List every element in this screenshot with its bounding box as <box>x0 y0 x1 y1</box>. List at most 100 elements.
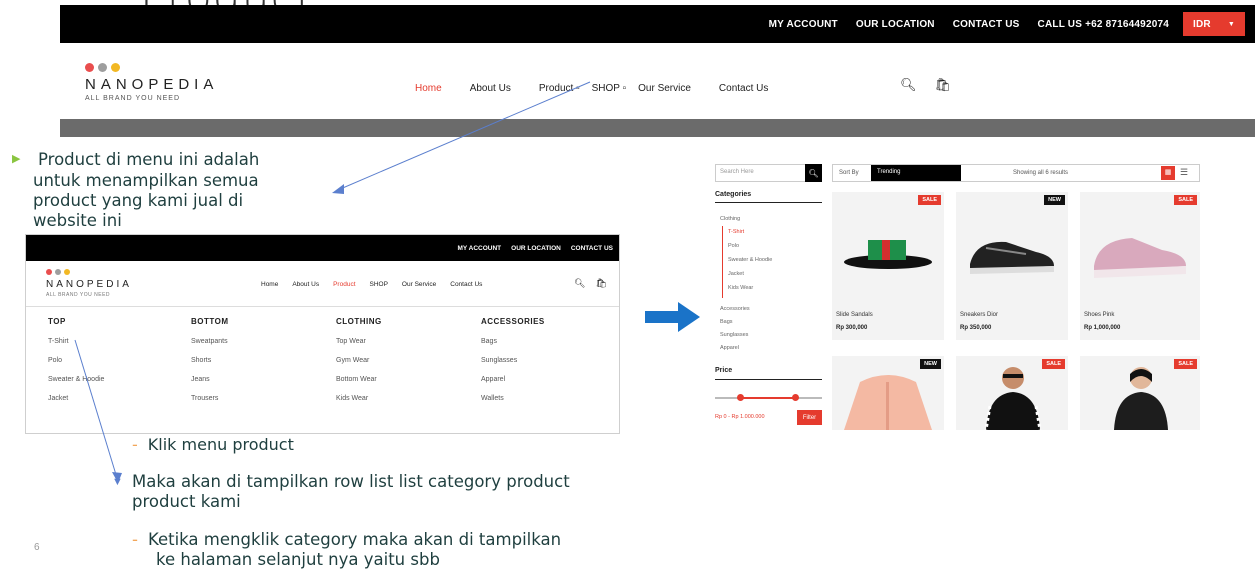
brand-tagline: ALL BRAND YOU NEED <box>46 292 111 298</box>
menu-item-shop[interactable]: SHOP ▫ <box>592 83 627 94</box>
mega-item[interactable]: Bottom Wear <box>336 376 382 383</box>
product-card[interactable]: SALE <box>1080 356 1200 430</box>
note-line: Maka akan di tampilkan row list list cat… <box>132 472 570 491</box>
note-line: Ketika mengklik category maka akan di ta… <box>147 530 562 549</box>
search-icon[interactable]: 🔍︎ <box>574 278 585 289</box>
category-item[interactable]: Kids Wear <box>728 285 753 291</box>
category-item[interactable]: Jacket <box>728 271 744 277</box>
my-account-link[interactable]: MY ACCOUNT <box>457 245 501 252</box>
mega-item[interactable]: Top Wear <box>336 338 382 345</box>
mega-item[interactable]: Bags <box>481 338 545 345</box>
mega-item[interactable]: Kids Wear <box>336 395 382 402</box>
call-us-link[interactable]: CALL US +62 87164492074 <box>1038 19 1169 30</box>
results-count: Showing all 6 results <box>1013 170 1069 176</box>
menu-item-product[interactable]: Product ▫ <box>539 83 580 94</box>
product-price: Rp 350,000 <box>960 325 992 331</box>
category-tree-line <box>722 226 723 298</box>
cart-icon[interactable]: 🛍︎ <box>595 278 606 289</box>
my-account-link[interactable]: MY ACCOUNT <box>769 19 838 30</box>
product-price: Rp 1,000,000 <box>1084 325 1121 331</box>
note-line: product kami <box>132 492 241 511</box>
mega-item[interactable]: Sunglasses <box>481 357 545 364</box>
shop-page-screenshot: Search Here 🔍︎ Categories Clothing T-Shi… <box>710 160 1200 430</box>
main-navbar: NANOPEDIA ALL BRAND YOU NEED Home About … <box>60 43 1255 119</box>
category-item[interactable]: Accessories <box>720 306 750 312</box>
dash-bullet: - <box>132 435 138 454</box>
model-hoodie-image <box>1114 367 1168 430</box>
menu-item-our-service[interactable]: Our Service <box>402 281 436 288</box>
cart-icon[interactable]: 🛍︎ <box>935 77 952 93</box>
product-card[interactable]: SALE Slide Sandals Rp 300,000 <box>832 192 944 340</box>
category-item[interactable]: Polo <box>728 243 739 249</box>
brand-logo[interactable]: NANOPEDIA <box>85 76 218 93</box>
product-name: Shoes Pink <box>1084 312 1115 318</box>
menu-item-about[interactable]: About Us <box>470 83 511 94</box>
logo-dots <box>85 63 120 72</box>
hoodie-image <box>844 375 932 430</box>
logo-dot-gray <box>55 269 61 275</box>
category-item[interactable]: Clothing <box>720 216 740 222</box>
category-item[interactable]: Sweater & Hoodie <box>728 257 772 263</box>
menu-item-shop[interactable]: SHOP <box>370 281 388 288</box>
menu-item-contact[interactable]: Contact Us <box>450 281 482 288</box>
chevron-down-icon: ▼ <box>1227 20 1235 28</box>
mega-item[interactable]: Sweater & Hoodie <box>48 376 104 383</box>
product-badge: NEW <box>1044 195 1065 205</box>
search-icon[interactable]: 🔍︎ <box>805 164 822 182</box>
price-slider-handle-max[interactable] <box>792 394 799 401</box>
note-click-category: - Ketika mengklik category maka akan di t… <box>132 530 561 570</box>
price-slider-range <box>740 397 795 399</box>
logo-dot-gray <box>98 63 107 72</box>
model-jacket-image <box>984 367 1042 430</box>
product-card[interactable]: SALE Shoes Pink Rp 1,000,000 <box>1080 192 1200 340</box>
grid-view-icon[interactable]: ▦ <box>1161 166 1175 180</box>
menu-item-contact[interactable]: Contact Us <box>719 83 768 94</box>
list-view-icon[interactable]: ☰ <box>1180 167 1188 178</box>
mega-item[interactable]: Wallets <box>481 395 545 402</box>
our-location-link[interactable]: OUR LOCATION <box>856 19 935 30</box>
pink-shoe-image <box>1094 238 1186 278</box>
product-badge: SALE <box>1174 359 1197 369</box>
mega-item[interactable]: Jeans <box>191 376 229 383</box>
note-line: website ini <box>33 211 122 230</box>
menu-item-our-service[interactable]: Our Service <box>638 83 691 94</box>
brand-logo[interactable]: NANOPEDIA <box>46 279 132 290</box>
arrow-head-product <box>332 184 344 194</box>
note-product-menu: Product di menu ini adalah <box>38 150 259 170</box>
product-card[interactable]: NEW <box>832 356 944 430</box>
search-icon[interactable]: 🔍︎ <box>900 77 917 93</box>
filter-button[interactable]: Filter <box>797 410 822 425</box>
logo-dots <box>46 269 70 275</box>
our-location-link[interactable]: OUR LOCATION <box>511 245 561 252</box>
menu-item-about[interactable]: About Us <box>292 281 319 288</box>
mega-item[interactable]: T-Shirt <box>48 338 104 345</box>
price-range-label: Rp 0 - Rp 1.000.000 <box>715 414 765 420</box>
menu-item-home[interactable]: Home <box>261 281 278 288</box>
menu-item-home[interactable]: Home <box>415 83 442 94</box>
mega-item[interactable]: Gym Wear <box>336 357 382 364</box>
note-line: ke halaman selanjut nya yaitu sbb <box>156 550 440 569</box>
mega-col-title: TOP <box>48 317 66 326</box>
shop-sidebar: Search Here 🔍︎ Categories Clothing T-Shi… <box>710 160 822 430</box>
currency-select[interactable]: IDR ▼ <box>1183 12 1245 36</box>
category-item[interactable]: Bags <box>720 319 733 325</box>
contact-us-link[interactable]: CONTACT US <box>953 19 1020 30</box>
brand-tagline: ALL BRAND YOU NEED <box>85 95 181 102</box>
note-line: Product di menu ini adalah <box>38 150 260 169</box>
mega-item[interactable]: Trousers <box>191 395 229 402</box>
category-item[interactable]: Sunglasses <box>720 332 748 338</box>
mega-item[interactable]: Polo <box>48 357 104 364</box>
dropdown-icon: ▫ <box>622 83 627 94</box>
sort-select[interactable]: Trending <box>871 165 961 181</box>
mega-item[interactable]: Apparel <box>481 376 545 383</box>
category-item[interactable]: T-Shirt <box>728 229 744 235</box>
mega-item[interactable]: Jacket <box>48 395 104 402</box>
product-card[interactable]: NEW Sneakers Dior Rp 350,000 <box>956 192 1068 340</box>
menu-item-product[interactable]: Product <box>333 281 355 288</box>
mega-item[interactable]: Sweatpants <box>191 338 229 345</box>
price-slider-handle-min[interactable] <box>737 394 744 401</box>
product-card[interactable]: SALE <box>956 356 1068 430</box>
mega-item[interactable]: Shorts <box>191 357 229 364</box>
contact-us-link[interactable]: CONTACT US <box>571 245 613 252</box>
category-item[interactable]: Apparel <box>720 345 739 351</box>
